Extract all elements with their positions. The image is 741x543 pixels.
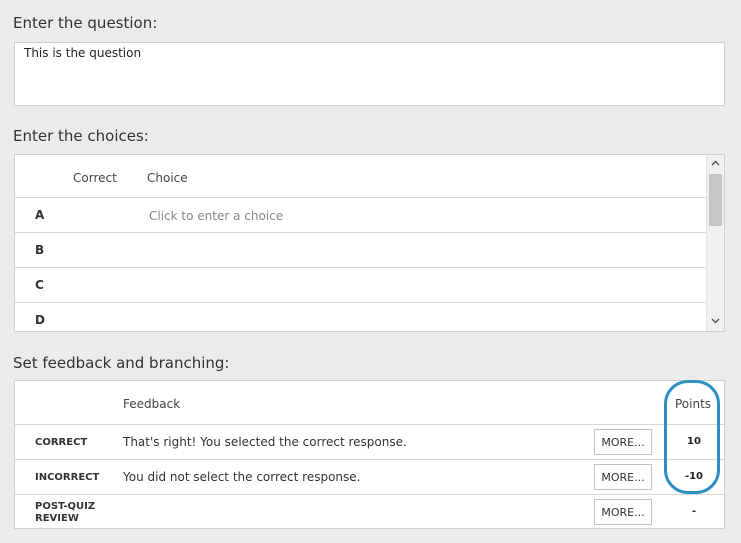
choice-letter: C: [35, 278, 44, 292]
feedback-row-label-line2: REVIEW: [35, 513, 79, 524]
choice-row-d[interactable]: D: [15, 303, 707, 331]
column-header-correct: Correct: [73, 171, 117, 185]
choice-row-b[interactable]: B: [15, 233, 707, 268]
column-header-choice: Choice: [147, 171, 188, 185]
feedback-table-header: Feedback Points: [15, 381, 724, 425]
chevron-down-icon[interactable]: [707, 314, 724, 330]
column-header-feedback: Feedback: [123, 397, 181, 411]
question-section-label: Enter the question:: [13, 14, 158, 32]
choice-row-a[interactable]: A Click to enter a choice: [15, 198, 707, 233]
points-value-correct[interactable]: 10: [670, 436, 718, 447]
points-value-post-quiz-review: -: [691, 506, 697, 517]
more-button-correct[interactable]: MORE...: [594, 429, 652, 455]
choice-letter: B: [35, 243, 45, 257]
more-button-post-quiz-review[interactable]: MORE...: [594, 499, 652, 525]
choice-input-a[interactable]: Click to enter a choice: [149, 209, 283, 223]
scrollbar-thumb[interactable]: [709, 174, 722, 226]
feedback-row-label: INCORRECT: [35, 472, 100, 483]
choices-scrollbar[interactable]: [706, 155, 724, 331]
choices-section-label: Enter the choices:: [13, 127, 149, 145]
choices-table-header: Correct Choice: [15, 155, 707, 198]
feedback-row-label-line1: POST-QUIZ: [35, 501, 96, 512]
choice-letter: D: [35, 313, 45, 327]
feedback-section-label: Set feedback and branching:: [13, 354, 230, 372]
feedback-text-incorrect[interactable]: You did not select the correct response.: [123, 470, 360, 484]
feedback-row-incorrect: INCORRECT You did not select the correct…: [15, 460, 724, 495]
feedback-table: Feedback Points CORRECT That's right! Yo…: [14, 380, 725, 529]
choice-row-c[interactable]: C: [15, 268, 707, 303]
more-button-incorrect[interactable]: MORE...: [594, 464, 652, 490]
points-value-incorrect[interactable]: -10: [670, 471, 718, 482]
question-text: This is the question: [24, 46, 142, 60]
column-header-points: Points: [675, 397, 712, 411]
chevron-up-icon[interactable]: [707, 156, 724, 172]
feedback-row-correct: CORRECT That's right! You selected the c…: [15, 425, 724, 460]
feedback-text-correct[interactable]: That's right! You selected the correct r…: [123, 435, 407, 449]
feedback-row-post-quiz-review: POST-QUIZ REVIEW MORE... -: [15, 495, 724, 530]
choice-letter: A: [35, 208, 45, 222]
feedback-row-label: POST-QUIZ REVIEW: [35, 501, 95, 525]
question-textarea[interactable]: This is the question: [14, 42, 725, 106]
feedback-row-label: CORRECT: [35, 437, 88, 448]
choices-table: Correct Choice A Click to enter a choice…: [14, 154, 725, 332]
